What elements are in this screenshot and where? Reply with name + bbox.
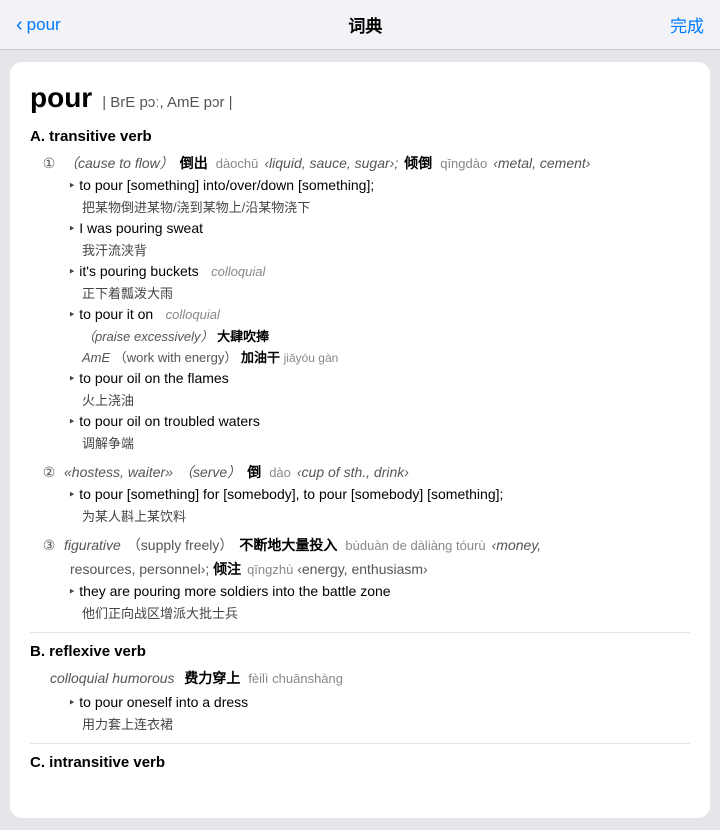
pronunciation: | BrE pɔː, AmE pɔr | (102, 94, 232, 111)
back-button[interactable]: ‹ pour (16, 15, 61, 35)
example-item: ‣ to pour [something] for [somebody], to… (68, 486, 690, 504)
divider-AB (30, 632, 690, 633)
section-A-label: A. transitive verb (30, 128, 690, 145)
section-A: A. transitive verb ① （cause to flow） 倒出 … (30, 128, 690, 622)
section-C: C. intransitive verb (30, 754, 690, 771)
sense-gloss-1: （cause to flow） (64, 153, 174, 173)
section-C-label: C. intransitive verb (30, 754, 690, 771)
example-item: ‣ to pour oneself into a dress (68, 694, 690, 712)
word-header: pour | BrE pɔː, AmE pɔr | (30, 82, 690, 114)
sense-num-1: ① (40, 155, 58, 172)
example-item: ‣ it's pouring buckets colloquial (68, 263, 690, 281)
example-item: ‣ they are pouring more soldiers into th… (68, 583, 690, 601)
sense-num-2: ② (40, 464, 58, 481)
back-label: pour (27, 15, 61, 35)
sense-1: ① （cause to flow） 倒出 dàochū ‹liquid, sau… (40, 153, 690, 452)
chevron-left-icon: ‹ (16, 15, 23, 35)
sense-2-examples: ‣ to pour [something] for [somebody], to… (68, 486, 690, 525)
section-B-examples: ‣ to pour oneself into a dress 用力套上连衣裙 (68, 694, 690, 733)
sense-2: ② «hostess, waiter» （serve） 倒 dào ‹cup o… (40, 462, 690, 525)
sense-3-examples: ‣ they are pouring more soldiers into th… (68, 583, 690, 622)
sense-2-header: ② «hostess, waiter» （serve） 倒 dào ‹cup o… (40, 462, 690, 482)
headword: pour (30, 82, 92, 114)
sense-3-header: ③ figurative （supply freely） 不断地大量投入 bùd… (40, 535, 690, 555)
nav-title: 词典 (348, 12, 382, 37)
example-item: ‣ I was pouring sweat (68, 220, 690, 238)
section-B-label: B. reflexive verb (30, 643, 690, 660)
dictionary-card: pour | BrE pɔː, AmE pɔr | A. transitive … (10, 62, 710, 818)
done-button[interactable]: 完成 (670, 12, 704, 37)
section-B: B. reflexive verb colloquial humorous 费力… (30, 643, 690, 733)
sense-num-3: ③ (40, 537, 58, 554)
example-item: ‣ to pour oil on troubled waters (68, 413, 690, 431)
sense-1-examples: ‣ to pour [something] into/over/down [so… (68, 177, 690, 452)
sense-1-header: ① （cause to flow） 倒出 dàochū ‹liquid, sau… (40, 153, 690, 173)
sense-3: ③ figurative （supply freely） 不断地大量投入 bùd… (40, 535, 690, 622)
example-item: ‣ to pour it on colloquial (68, 306, 690, 324)
example-item: ‣ to pour [something] into/over/down [so… (68, 177, 690, 195)
divider-BC (30, 743, 690, 744)
nav-bar: ‹ pour 词典 完成 (0, 0, 720, 50)
example-item: ‣ to pour oil on the flames (68, 370, 690, 388)
sense-B: colloquial humorous 费力穿上 fèilì chuānshàn… (40, 668, 690, 733)
